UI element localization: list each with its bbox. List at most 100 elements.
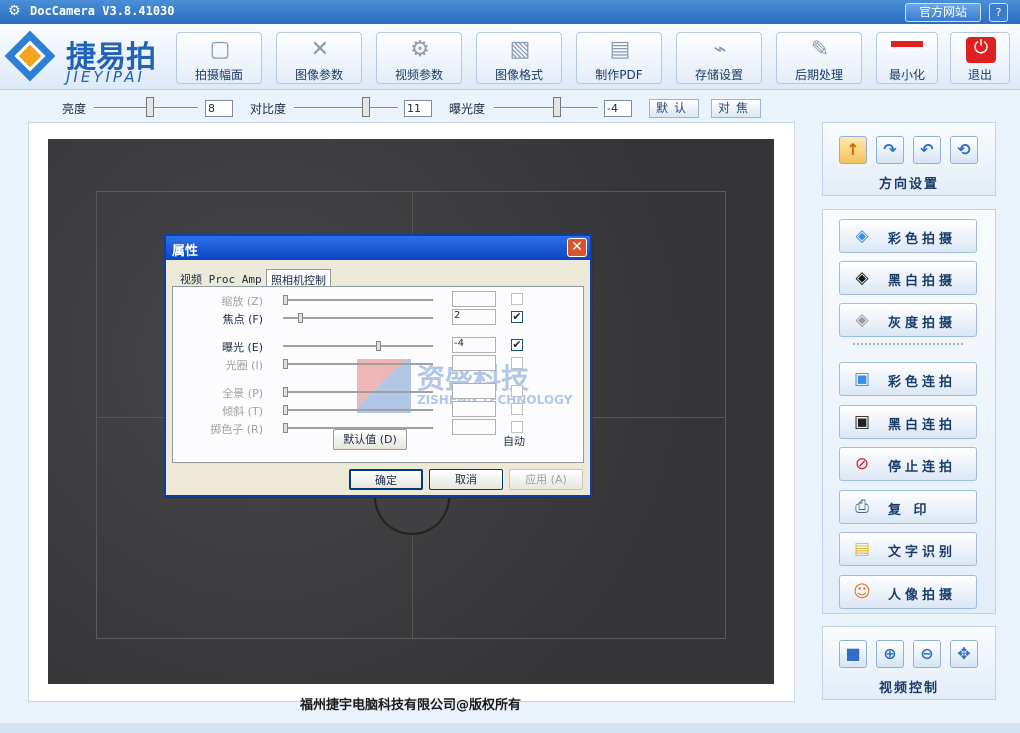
toolbar-label: 拍摄幅面	[194, 68, 243, 82]
camera-prop-slider-thumb[interactable]	[283, 405, 288, 415]
camera-prop-slider[interactable]	[283, 317, 433, 319]
exposure-slider[interactable]	[494, 107, 598, 109]
exposure-label: 曝光度	[449, 102, 486, 116]
bw-capture-button[interactable]: ◈ 黑白拍摄	[839, 261, 977, 295]
image-params-button[interactable]: ✕ 图像参数	[276, 32, 362, 84]
app-gear-icon: ⚙	[8, 3, 21, 19]
fit-screen-icon[interactable]: ✥	[950, 640, 978, 668]
flip-icon[interactable]: ⟲	[950, 136, 978, 164]
contrast-label: 对比度	[250, 102, 287, 116]
usb-storage-icon: ⌁	[713, 37, 727, 62]
camera-prop-slider-thumb[interactable]	[376, 341, 381, 351]
camera-prop-auto-checkbox[interactable]	[511, 385, 523, 397]
camera-prop-value[interactable]	[452, 383, 496, 399]
rotate-cw-icon[interactable]: ↷	[876, 136, 904, 164]
apply-button[interactable]: 应用 (A)	[509, 469, 583, 490]
camera-prop-auto-checkbox[interactable]	[511, 421, 523, 433]
exposure-value[interactable]: -4	[604, 100, 632, 117]
brightness-slider-thumb[interactable]	[146, 97, 154, 117]
camera-prop-value[interactable]	[452, 355, 496, 371]
capture-size-button[interactable]: ▢ 拍摄幅面	[176, 32, 262, 84]
camera-prop-slider-thumb[interactable]	[283, 423, 288, 433]
post-process-button[interactable]: ✎ 后期处理	[776, 32, 862, 84]
camera-prop-auto-checkbox[interactable]: ✔	[511, 311, 523, 323]
cancel-button[interactable]: 取消	[429, 469, 503, 490]
camera-prop-value[interactable]	[452, 419, 496, 435]
camera-prop-slider[interactable]	[283, 409, 433, 411]
bw-burst-button[interactable]: ▣ 黑白连拍	[839, 404, 977, 439]
tab-video-proc-amp[interactable]: 视频 Proc Amp	[176, 269, 266, 287]
video-control-caption: 视频控制	[878, 681, 939, 696]
bw-capture-icon: ◈	[855, 268, 869, 288]
camera-prop-label: 光圈 (I)	[225, 359, 263, 372]
side-button-label: 人像拍摄	[888, 587, 957, 603]
toolbar-label: 制作PDF	[595, 68, 643, 82]
zoom-in-icon[interactable]: ⊕	[876, 640, 904, 668]
portrait-button[interactable]: ☺ 人像拍摄	[839, 574, 977, 609]
camera-prop-value[interactable]	[452, 401, 496, 417]
dialog-close-button[interactable]: ✕	[567, 238, 587, 257]
camera-prop-slider-thumb[interactable]	[298, 313, 303, 323]
focus-button[interactable]: 对焦	[711, 99, 761, 118]
dialog-title: 属性	[172, 244, 199, 259]
side-button-label: 黑白连拍	[888, 417, 957, 433]
brightness-label: 亮度	[62, 102, 87, 116]
orientation-caption: 方向设置	[878, 177, 939, 192]
arrow-up-icon[interactable]: ↑	[839, 136, 867, 164]
camera-prop-auto-checkbox[interactable]: ✔	[511, 339, 523, 351]
contrast-slider[interactable]	[294, 107, 398, 109]
camera-prop-slider-thumb[interactable]	[283, 359, 288, 369]
exit-button[interactable]: ⏻ 退出	[950, 32, 1010, 84]
brightness-value[interactable]: 8	[205, 100, 233, 117]
default-button[interactable]: 默认	[649, 99, 699, 118]
make-pdf-button[interactable]: ▤ 制作PDF	[576, 32, 662, 84]
ocr-note-button[interactable]: ▤ 文字识别	[839, 532, 977, 566]
video-params-button[interactable]: ⚙ 视频参数	[376, 32, 462, 84]
rotate-ccw-icon[interactable]: ↶	[913, 136, 941, 164]
camera-prop-slider[interactable]	[283, 363, 433, 365]
zoom-out-icon[interactable]: ⊖	[913, 640, 941, 668]
camera-prop-auto-checkbox[interactable]	[511, 403, 523, 415]
camera-prop-slider[interactable]	[283, 345, 433, 347]
toolbar-label: 退出	[967, 68, 992, 82]
color-capture-button[interactable]: ◈ 彩色拍摄	[839, 219, 977, 253]
camera-prop-label: 倾斜 (T)	[222, 405, 263, 418]
storage-settings-button[interactable]: ⌁ 存储设置	[676, 32, 762, 84]
exposure-slider-thumb[interactable]	[553, 97, 561, 117]
camera-prop-auto-checkbox[interactable]	[511, 357, 523, 369]
camera-prop-slider[interactable]	[283, 391, 433, 393]
help-button[interactable]: ?	[989, 3, 1008, 22]
camera-prop-value[interactable]	[452, 291, 496, 307]
camera-prop-auto-checkbox[interactable]	[511, 293, 523, 305]
printer-icon: ⎙	[855, 496, 869, 517]
printer-button[interactable]: ⎙ 复 印	[839, 489, 977, 524]
minimize-button[interactable]: 最小化	[876, 32, 938, 84]
camera-prop-value[interactable]: -4	[452, 337, 496, 353]
ocr-note-icon: ▤	[853, 539, 871, 559]
camera-prop-slider-thumb[interactable]	[283, 295, 288, 305]
color-burst-button[interactable]: ▣ 彩色连拍	[839, 362, 977, 396]
contrast-slider-thumb[interactable]	[362, 97, 370, 117]
camera-control-panel: 资盛科技 ZISHENG TECHNOLOGY 缩放 (Z) 焦点 (F) 2 ✔ 曝光…	[172, 286, 584, 463]
tools-icon: ✕	[310, 37, 330, 62]
camera-prop-value[interactable]: 2	[452, 309, 496, 325]
video-camera-icon[interactable]: ■	[839, 640, 867, 668]
ok-button[interactable]: 确定	[349, 469, 423, 490]
camera-prop-slider-thumb[interactable]	[283, 387, 288, 397]
camera-prop-label: 全景 (P)	[222, 387, 263, 400]
image-format-button[interactable]: ▧ 图像格式	[476, 32, 562, 84]
pdf-icon: ▤	[609, 37, 631, 62]
color-capture-icon: ◈	[855, 226, 869, 246]
official-website-button[interactable]: 官方网站	[905, 3, 981, 22]
contrast-value[interactable]: 11	[404, 100, 432, 117]
default-value-button[interactable]: 默认值 (D)	[333, 429, 407, 450]
capture-separator	[853, 343, 963, 345]
camera-prop-slider[interactable]	[283, 299, 433, 301]
tab-camera-control[interactable]: 照相机控制	[266, 269, 331, 287]
stop-button[interactable]: ⊘ 停止连拍	[839, 447, 977, 481]
camera-prop-label: 焦点 (F)	[222, 313, 263, 326]
bw-burst-icon: ▣	[853, 411, 871, 432]
stop-icon: ⊘	[854, 454, 870, 474]
post-process-icon: ✎	[810, 37, 830, 62]
gray-capture-button[interactable]: ◈ 灰度拍摄	[839, 303, 977, 337]
